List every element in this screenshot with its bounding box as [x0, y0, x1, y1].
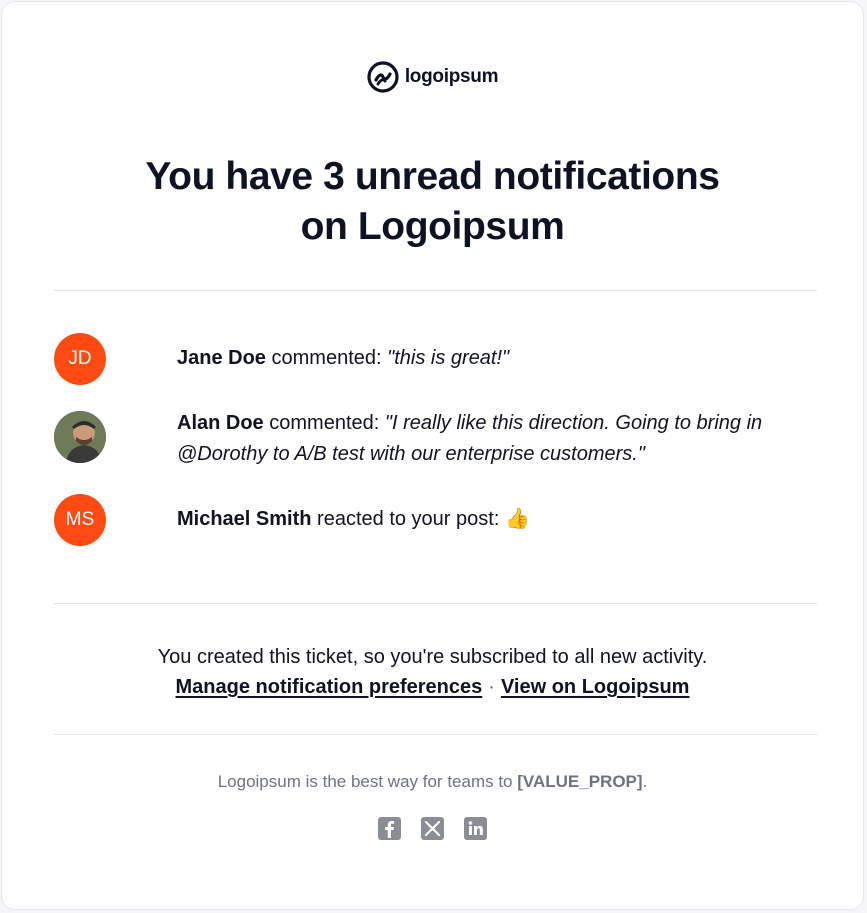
social-links [2, 817, 863, 840]
comment-text: "this is great!" [387, 347, 510, 369]
person-photo-icon [54, 411, 106, 463]
title-line-2: on Logoipsum [300, 205, 565, 248]
actor-name: Jane Doe [177, 347, 266, 369]
actor-name: Alan Doe [177, 412, 264, 434]
value-prop-placeholder: [VALUE_PROP] [517, 772, 643, 791]
footer-links: Manage notification preferences · View on … [2, 672, 863, 702]
notification-text: Jane Doe commented: "this is great!" [177, 343, 509, 374]
actor-name: Michael Smith [177, 508, 312, 530]
divider [54, 290, 817, 291]
notification-text: Alan Doe commented: "I really like this … [177, 408, 817, 470]
brand-name: logoipsum [404, 66, 499, 87]
divider [54, 603, 817, 604]
page-title: You have 3 unread notifications on Logoi… [2, 152, 863, 252]
comment-text: "I really like this direction. Going to … [177, 412, 763, 465]
logo-icon [367, 61, 399, 93]
tagline: Logoipsum is the best way for teams to [… [2, 772, 863, 792]
tagline-prefix: Logoipsum is the best way for teams to [217, 772, 513, 791]
action-text: commented: [271, 347, 382, 369]
subscription-message: You created this ticket, so you're subsc… [157, 646, 708, 668]
tagline-suffix: . [642, 772, 648, 791]
notification-item: Alan Doe commented: "I really like this … [54, 411, 824, 470]
view-on-logoipsum-link[interactable]: View on Logoipsum [501, 676, 690, 698]
linkedin-icon[interactable] [464, 817, 487, 840]
subscription-note: You created this ticket, so you're subsc… [2, 642, 863, 702]
avatar: MS [54, 494, 106, 546]
divider [54, 734, 817, 735]
action-text: commented: [269, 412, 380, 434]
avatar [54, 411, 106, 463]
avatar: JD [54, 333, 106, 385]
manage-preferences-link[interactable]: Manage notification preferences [176, 676, 483, 698]
notification-item: MS Michael Smith reacted to your post: 👍 [54, 494, 824, 546]
brand-logo[interactable]: logoipsum [2, 61, 863, 93]
separator-dot: · [488, 676, 495, 698]
notification-text: Michael Smith reacted to your post: 👍 [177, 504, 530, 535]
x-icon[interactable] [421, 817, 444, 840]
action-text: reacted to your post: [317, 508, 500, 530]
thumbs-up-emoji: 👍 [504, 508, 530, 530]
title-line-1: You have 3 unread notifications [145, 155, 720, 198]
facebook-icon[interactable] [378, 817, 401, 840]
email-card: logoipsum You have 3 unread notification… [1, 1, 864, 910]
notification-item: JD Jane Doe commented: "this is great!" [54, 333, 824, 385]
